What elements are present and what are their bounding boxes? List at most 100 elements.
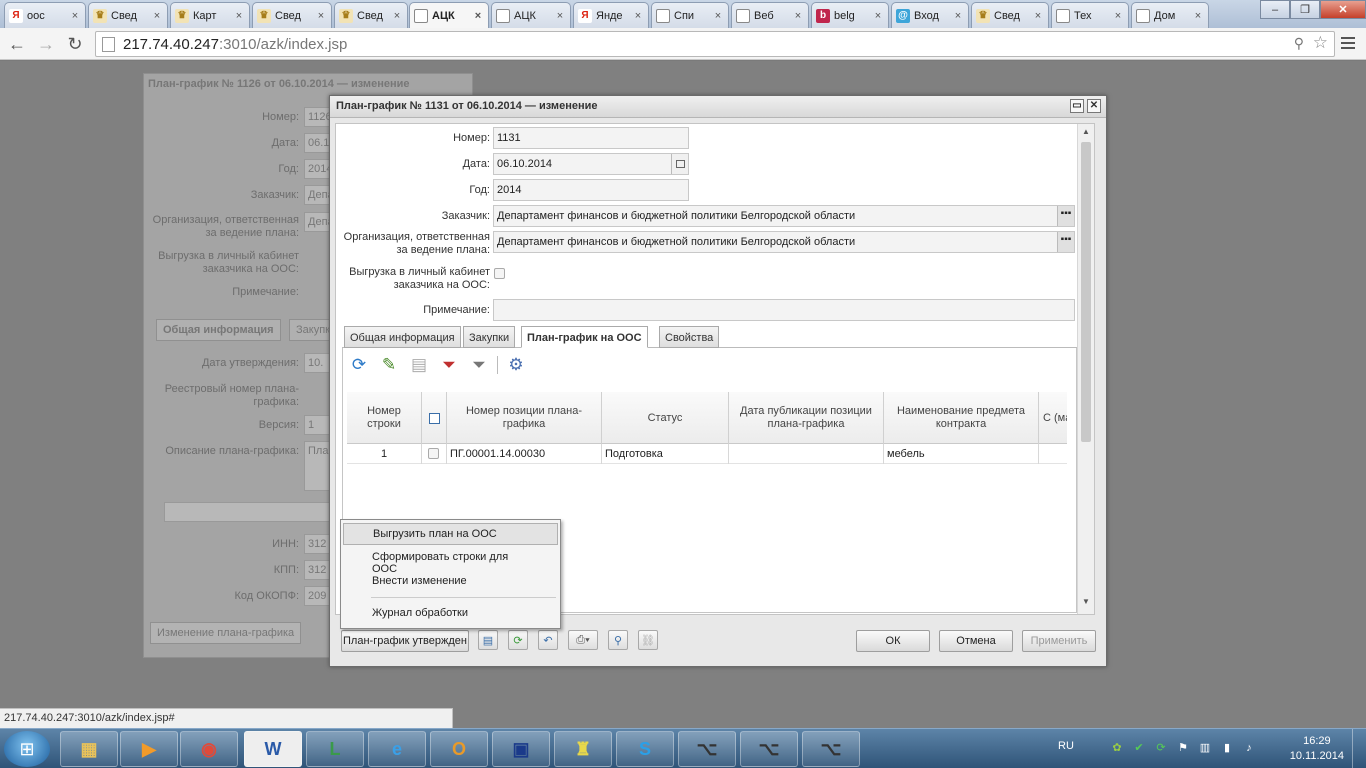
col-next[interactable]: С (ма [1039, 392, 1067, 444]
scroll-up-icon[interactable]: ▲ [1078, 127, 1094, 136]
col-row-number[interactable]: Номер строки [347, 392, 422, 444]
back-icon[interactable]: ← [5, 32, 29, 56]
tab-close-icon[interactable]: × [872, 10, 884, 22]
number-field[interactable]: 1131 [493, 127, 689, 149]
maximize-icon[interactable]: ▭ [1070, 99, 1084, 113]
col-select[interactable] [422, 392, 447, 444]
browser-tab[interactable]: b belg × [811, 2, 889, 28]
start-button[interactable]: ⊞ [4, 731, 50, 767]
tab-close-icon[interactable]: × [1032, 10, 1044, 22]
tray-app-icon[interactable]: ✿ [1110, 741, 1124, 755]
settings-icon[interactable]: ⚙ [504, 353, 528, 377]
edit-icon[interactable]: ✎ [377, 353, 401, 377]
reload-icon[interactable]: ↻ [63, 32, 87, 56]
device-icon[interactable]: ▥ [1198, 741, 1212, 755]
restore-icon[interactable]: ❐ [1290, 0, 1320, 19]
org-field[interactable]: Департамент финансов и бюджетной политик… [493, 231, 1075, 253]
row-checkbox[interactable] [428, 448, 439, 459]
print-icon[interactable]: ⎙▾ [568, 630, 598, 650]
menu-item-journal[interactable]: Журнал обработки [343, 603, 558, 625]
tab-close-icon[interactable]: × [69, 10, 81, 22]
clock[interactable]: 16:29 10.11.2014 [1290, 734, 1344, 764]
year-field[interactable]: 2014 [493, 179, 689, 201]
browser-tab[interactable]: ♛ Свед × [88, 2, 168, 28]
tab-general[interactable]: Общая информация [344, 326, 461, 348]
tab-purchases[interactable]: Закупки [463, 326, 516, 348]
col-subject[interactable]: Наименование предмета контракта [884, 392, 1039, 444]
link-icon[interactable]: ⛓ [638, 630, 658, 650]
col-position[interactable]: Номер позиции плана-графика [447, 392, 602, 444]
tab-close-icon[interactable]: × [472, 10, 484, 22]
tab-close-icon[interactable]: × [315, 10, 327, 22]
customer-field[interactable]: Департамент финансов и бюджетной политик… [493, 205, 1075, 227]
browser-tab[interactable]: Веб × [731, 2, 809, 28]
table-row[interactable]: 1 ПГ.00001.14.00030 Подготовка мебель [347, 444, 1067, 464]
browser-tab[interactable]: АЦК × [491, 2, 571, 28]
word-icon[interactable]: W [244, 731, 302, 767]
browser-tab[interactable]: ♛ Карт × [170, 2, 250, 28]
tray-check-icon[interactable]: ✔ [1132, 741, 1146, 755]
browser-tab[interactable]: Я Янде × [573, 2, 649, 28]
app-icon[interactable]: L [306, 731, 364, 767]
browser-tab[interactable]: ♛ Свед × [971, 2, 1049, 28]
minimize-icon[interactable]: ‒ [1260, 0, 1290, 19]
filter-icon[interactable]: ⏷ [467, 353, 491, 377]
ellipsis-button[interactable]: ▪▪▪ [1057, 206, 1074, 226]
menu-item-make-change[interactable]: Внести изменение [343, 571, 558, 593]
show-desktop-button[interactable] [1352, 729, 1366, 768]
apply-button[interactable]: Применить [1022, 630, 1096, 652]
scroll-thumb[interactable] [1081, 142, 1091, 442]
save-icon[interactable]: ▣ [492, 731, 550, 767]
signal-icon[interactable]: ▮ [1220, 741, 1234, 755]
tab-close-icon[interactable]: × [952, 10, 964, 22]
key-icon[interactable]: ⚲ [1294, 35, 1304, 52]
explorer-icon[interactable]: ▦ [60, 731, 118, 767]
tab-close-icon[interactable]: × [792, 10, 804, 22]
copy-icon[interactable]: ▤ [407, 353, 431, 377]
tab-close-icon[interactable]: × [712, 10, 724, 22]
attachment-icon[interactable]: ⚲ [608, 630, 628, 650]
menu-item-export-plan[interactable]: Выгрузить план на ООС [343, 523, 558, 545]
ie-icon[interactable]: e [368, 731, 426, 767]
status-button[interactable]: План-график утвержден [341, 630, 469, 652]
browser-tab[interactable]: Спи × [651, 2, 729, 28]
browser-tab[interactable]: Тех × [1051, 2, 1129, 28]
select-all-checkbox[interactable] [428, 412, 440, 424]
filter-clear-icon[interactable]: ⏷ [437, 353, 461, 377]
star-icon[interactable]: ☆ [1313, 33, 1328, 53]
note-field[interactable] [493, 299, 1075, 321]
tab-close-icon[interactable]: × [151, 10, 163, 22]
ok-button[interactable]: ОК [856, 630, 930, 652]
close-icon[interactable]: ✕ [1320, 0, 1366, 19]
export-checkbox[interactable] [494, 268, 505, 279]
tab-close-icon[interactable]: × [632, 10, 644, 22]
date-field[interactable]: 06.10.2014 [493, 153, 689, 175]
tab-schedule-oos[interactable]: План-график на ООС [521, 326, 648, 348]
browser-tab[interactable]: ♛ Свед × [334, 2, 408, 28]
browser-tab[interactable]: @ Вход × [891, 2, 969, 28]
menu-item-form-rows[interactable]: Сформировать строки для ООС [343, 547, 558, 575]
language-indicator[interactable]: RU [1058, 740, 1074, 752]
browser-tab[interactable]: Дом × [1131, 2, 1209, 28]
tab-close-icon[interactable]: × [391, 10, 403, 22]
volume-icon[interactable]: ♪ [1242, 741, 1256, 755]
vertical-scrollbar[interactable]: ▲ ▼ [1077, 124, 1094, 614]
media-player-icon[interactable]: ▶ [120, 731, 178, 767]
undo-icon[interactable]: ↶ [538, 630, 558, 650]
document-icon[interactable]: ▤ [478, 630, 498, 650]
forward-icon[interactable]: → [34, 32, 58, 56]
close-icon[interactable]: ✕ [1087, 99, 1101, 113]
tab-properties[interactable]: Свойства [659, 326, 720, 348]
tray-sync-icon[interactable]: ⟳ [1154, 741, 1168, 755]
col-status[interactable]: Статус [602, 392, 729, 444]
chrome-icon[interactable]: ◉ [180, 731, 238, 767]
sync-icon[interactable]: ⟳ [508, 630, 528, 650]
remote-desktop-icon[interactable]: ⌥ [802, 731, 860, 767]
flag-icon[interactable]: ⚑ [1176, 741, 1190, 755]
skype-icon[interactable]: S [616, 731, 674, 767]
tab-close-icon[interactable]: × [233, 10, 245, 22]
outlook-icon[interactable]: O [430, 731, 488, 767]
cancel-button[interactable]: Отмена [939, 630, 1013, 652]
col-publish-date[interactable]: Дата публикации позиции плана-графика [729, 392, 884, 444]
refresh-icon[interactable]: ⟳ [347, 353, 371, 377]
